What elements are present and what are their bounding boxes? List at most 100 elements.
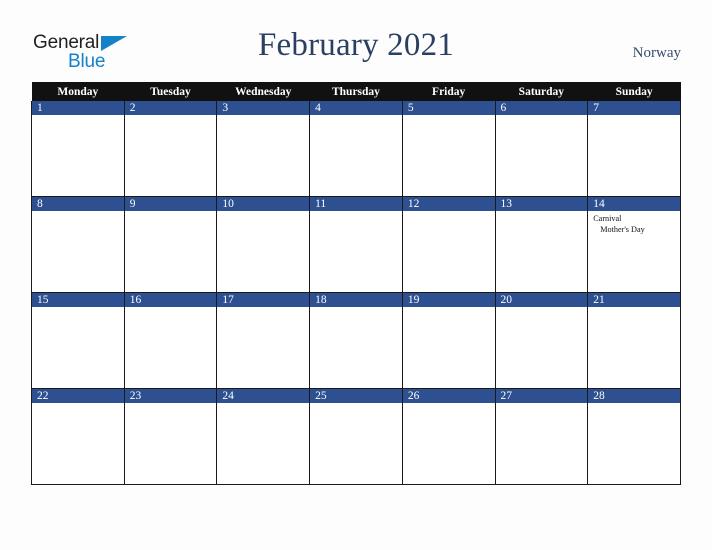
day-number: 26 <box>402 389 495 403</box>
day-number: 7 <box>588 101 680 115</box>
calendar-day-cell[interactable]: 8 <box>31 196 125 293</box>
day-events <box>403 115 495 118</box>
weekday-header: Monday Tuesday Wednesday Thursday Friday Satu… <box>31 82 681 101</box>
day-events <box>310 403 402 406</box>
calendar-day-cell[interactable]: 1 <box>31 101 125 197</box>
calendar-week-row: 1234567 <box>31 101 681 197</box>
calendar-header-row: Monday Tuesday Wednesday Thursday Friday Satu… <box>31 82 681 101</box>
day-events <box>496 403 588 406</box>
calendar-day-cell[interactable]: 11 <box>309 196 403 293</box>
day-number: 14 <box>588 197 680 211</box>
calendar-body: 1 2 3 4 5 6 7 8 9 10 11 12 13 14 Carnival Mother's Day 1… <box>31 101 681 485</box>
day-events <box>125 211 217 214</box>
day-number: 9 <box>124 197 217 211</box>
day-number: 23 <box>124 389 217 403</box>
holiday-label: Carnival <box>593 214 622 223</box>
calendar-day-cell[interactable]: 18 <box>309 292 403 389</box>
weekday-header-saturday: Saturday <box>495 82 588 101</box>
calendar-day-cell[interactable]: 5 <box>401 101 496 197</box>
day-number: 3 <box>217 101 310 115</box>
calendar-day-cell[interactable]: 23 <box>123 388 218 485</box>
calendar-day-cell[interactable]: 16 <box>123 292 218 389</box>
calendar-day-cell[interactable]: 12 <box>401 196 496 293</box>
day-events <box>32 211 124 214</box>
calendar-day-cell[interactable]: 21 <box>587 292 681 389</box>
country-label: Norway <box>632 45 681 61</box>
day-number: 4 <box>310 101 402 115</box>
day-events <box>310 307 402 310</box>
day-number: 24 <box>217 389 310 403</box>
day-events <box>217 115 309 118</box>
day-number: 11 <box>310 197 402 211</box>
weekday-header-sunday: Sunday <box>587 82 681 101</box>
day-events <box>496 307 588 310</box>
calendar-day-cell[interactable]: 22 <box>31 388 125 485</box>
day-number: 17 <box>217 293 310 307</box>
calendar-day-cell[interactable]: 7 <box>587 101 681 197</box>
day-events <box>588 115 680 118</box>
weekday-header-monday: Monday <box>31 82 125 101</box>
calendar-day-cell[interactable]: 13 <box>494 196 589 293</box>
day-number: 6 <box>495 101 588 115</box>
day-number: 16 <box>124 293 217 307</box>
calendar-day-cell[interactable]: 15 <box>31 292 125 389</box>
day-events <box>403 211 495 214</box>
page-title: February 2021 <box>258 27 454 63</box>
day-events <box>125 115 217 118</box>
calendar-day-cell[interactable]: 27 <box>494 388 589 485</box>
day-events <box>217 307 309 310</box>
calendar-day-cell[interactable]: 19 <box>401 292 496 389</box>
calendar-grid: Monday Tuesday Wednesday Thursday Friday Satu… <box>31 82 681 485</box>
day-number: 5 <box>402 101 495 115</box>
day-number: 15 <box>32 293 124 307</box>
day-number: 25 <box>310 389 402 403</box>
calendar-day-cell[interactable]: 6 <box>494 101 589 197</box>
calendar-day-cell[interactable]: 28 <box>587 388 681 485</box>
day-events <box>32 307 124 310</box>
calendar-page: General Blue February 2021 Norway Monday… <box>0 0 712 550</box>
day-number: 8 <box>32 197 124 211</box>
calendar-day-cell[interactable]: 3 <box>216 101 311 197</box>
day-events <box>32 403 124 406</box>
day-number: 1 <box>32 101 124 115</box>
calendar-day-cell[interactable]: 25 <box>309 388 403 485</box>
calendar-day-cell[interactable]: 2 <box>123 101 218 197</box>
day-events <box>125 403 217 406</box>
weekday-header-wednesday: Wednesday <box>216 82 310 101</box>
day-events <box>217 211 309 214</box>
calendar-day-cell[interactable]: 4 <box>309 101 403 197</box>
calendar-day-cell[interactable]: 17 <box>216 292 311 389</box>
calendar-day-cell[interactable]: 24 <box>216 388 311 485</box>
page-header: General Blue February 2021 Norway <box>0 0 712 82</box>
day-events <box>496 115 588 118</box>
day-number: 21 <box>588 293 680 307</box>
day-number: 19 <box>402 293 495 307</box>
weekday-header-tuesday: Tuesday <box>124 82 217 101</box>
day-number: 18 <box>310 293 402 307</box>
day-events <box>403 307 495 310</box>
day-number: 12 <box>402 197 495 211</box>
day-events <box>588 403 680 406</box>
day-events <box>32 115 124 118</box>
day-number: 28 <box>588 389 680 403</box>
day-number: 2 <box>124 101 217 115</box>
calendar-week-row: 15 16 17 18 19 20 21 <box>31 292 681 389</box>
calendar-day-cell[interactable]: 26 <box>401 388 496 485</box>
calendar-week-row: 8 9 10 11 12 13 14 Carnival Mother's Day <box>31 196 681 293</box>
day-number: 10 <box>217 197 310 211</box>
day-events <box>588 307 680 310</box>
weekday-header-friday: Friday <box>402 82 496 101</box>
calendar-day-cell[interactable]: 14 Carnival Mother's Day <box>587 196 681 293</box>
day-events <box>310 115 402 118</box>
day-events <box>403 403 495 406</box>
calendar-day-cell[interactable]: 10 <box>216 196 311 293</box>
day-events <box>125 307 217 310</box>
holiday-label: Mother's Day <box>600 224 645 234</box>
calendar-day-cell[interactable]: 9 <box>123 196 218 293</box>
day-number: 13 <box>495 197 588 211</box>
calendar-day-cell[interactable]: 20 <box>494 292 589 389</box>
weekday-header-thursday: Thursday <box>309 82 403 101</box>
calendar-week-row: 22 23 24 25 26 27 28 <box>31 388 681 485</box>
day-number: 22 <box>32 389 124 403</box>
day-number: 27 <box>495 389 588 403</box>
